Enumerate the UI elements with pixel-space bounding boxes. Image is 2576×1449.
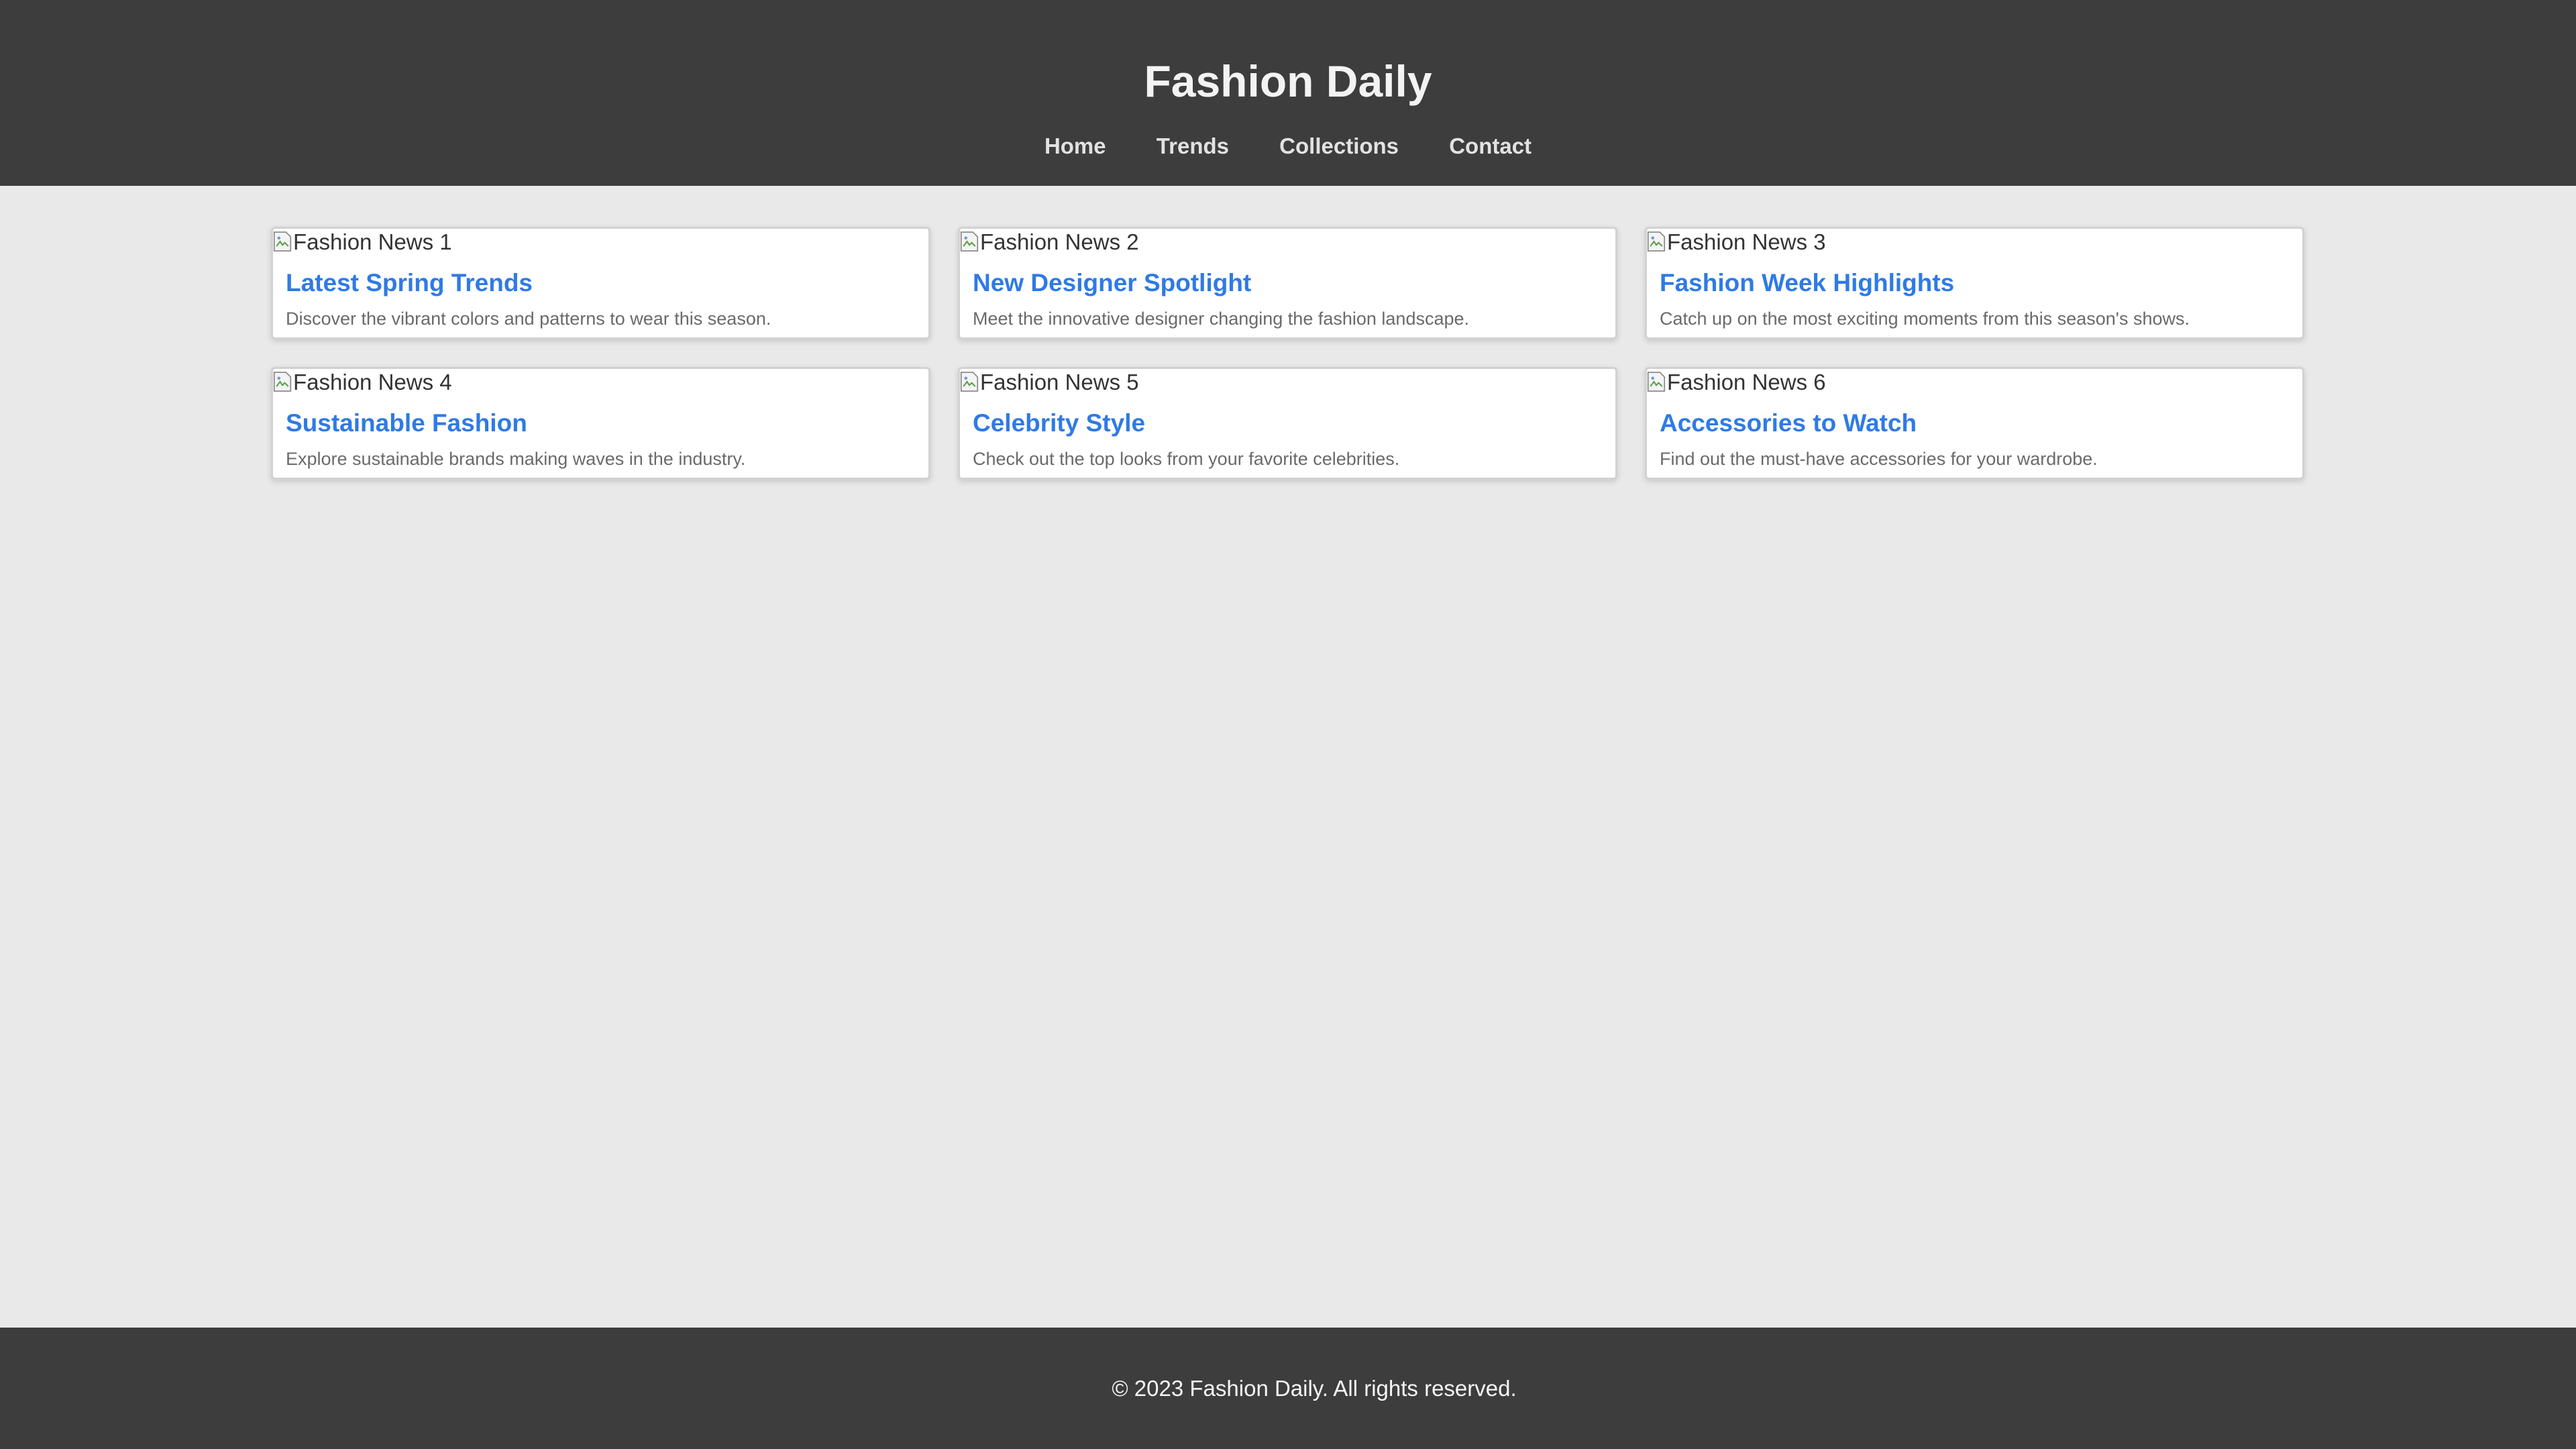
- news-card[interactable]: Fashion News 6 Accessories to Watch Find…: [1645, 367, 2304, 480]
- nav-link-contact[interactable]: Contact: [1449, 129, 1532, 164]
- card-image[interactable]: Fashion News 2: [960, 229, 1615, 256]
- card-image-alt: Fashion News 2: [980, 229, 1139, 254]
- card-title[interactable]: New Designer Spotlight: [973, 268, 1615, 299]
- news-grid: Fashion News 1 Latest Spring Trends Disc…: [271, 227, 2305, 480]
- card-image[interactable]: Fashion News 6: [1647, 369, 2302, 396]
- site-footer: © 2023 Fashion Daily. All rights reserve…: [0, 1328, 2576, 1449]
- broken-image-icon: [273, 372, 292, 392]
- card-description: Catch up on the most exciting moments fr…: [1660, 309, 2190, 329]
- card-description: Explore sustainable brands making waves …: [286, 449, 746, 469]
- card-image-alt: Fashion News 6: [1667, 370, 1826, 394]
- news-card[interactable]: Fashion News 5 Celebrity Style Check out…: [958, 367, 1617, 480]
- copyright-text: © 2023 Fashion Daily. All rights reserve…: [1112, 1376, 1517, 1401]
- card-title[interactable]: Celebrity Style: [973, 408, 1615, 439]
- nav-link-trends[interactable]: Trends: [1157, 129, 1229, 164]
- main-nav: Home Trends Collections Contact: [0, 129, 2576, 164]
- news-card[interactable]: Fashion News 4 Sustainable Fashion Explo…: [271, 367, 930, 480]
- broken-image-icon: [273, 231, 292, 252]
- news-card[interactable]: Fashion News 2 New Designer Spotlight Me…: [958, 227, 1617, 339]
- card-title[interactable]: Latest Spring Trends: [286, 268, 928, 299]
- card-image[interactable]: Fashion News 1: [273, 229, 928, 256]
- card-description: Meet the innovative designer changing th…: [973, 309, 1470, 329]
- card-image[interactable]: Fashion News 3: [1647, 229, 2302, 256]
- nav-link-home[interactable]: Home: [1044, 129, 1106, 164]
- broken-image-icon: [960, 372, 979, 392]
- card-description: Discover the vibrant colors and patterns…: [286, 309, 771, 329]
- site-header: Fashion Daily Home Trends Collections Co…: [0, 0, 2576, 186]
- page: Fashion Daily Home Trends Collections Co…: [0, 0, 2576, 1449]
- nav-link-collections[interactable]: Collections: [1279, 129, 1399, 164]
- card-description: Find out the must-have accessories for y…: [1660, 449, 2098, 469]
- card-image-alt: Fashion News 5: [980, 370, 1139, 394]
- site-title: Fashion Daily: [1144, 56, 1432, 106]
- broken-image-icon: [1647, 231, 1666, 252]
- broken-image-icon: [960, 231, 979, 252]
- card-title[interactable]: Accessories to Watch: [1660, 408, 2302, 439]
- card-image-alt: Fashion News 4: [293, 370, 452, 394]
- card-image[interactable]: Fashion News 5: [960, 369, 1615, 396]
- card-image-alt: Fashion News 1: [293, 229, 452, 254]
- card-description: Check out the top looks from your favori…: [973, 449, 1400, 469]
- card-title[interactable]: Sustainable Fashion: [286, 408, 928, 439]
- news-card[interactable]: Fashion News 3 Fashion Week Highlights C…: [1645, 227, 2304, 339]
- card-title[interactable]: Fashion Week Highlights: [1660, 268, 2302, 299]
- news-card[interactable]: Fashion News 1 Latest Spring Trends Disc…: [271, 227, 930, 339]
- card-image-alt: Fashion News 3: [1667, 229, 1826, 254]
- broken-image-icon: [1647, 372, 1666, 392]
- card-image[interactable]: Fashion News 4: [273, 369, 928, 396]
